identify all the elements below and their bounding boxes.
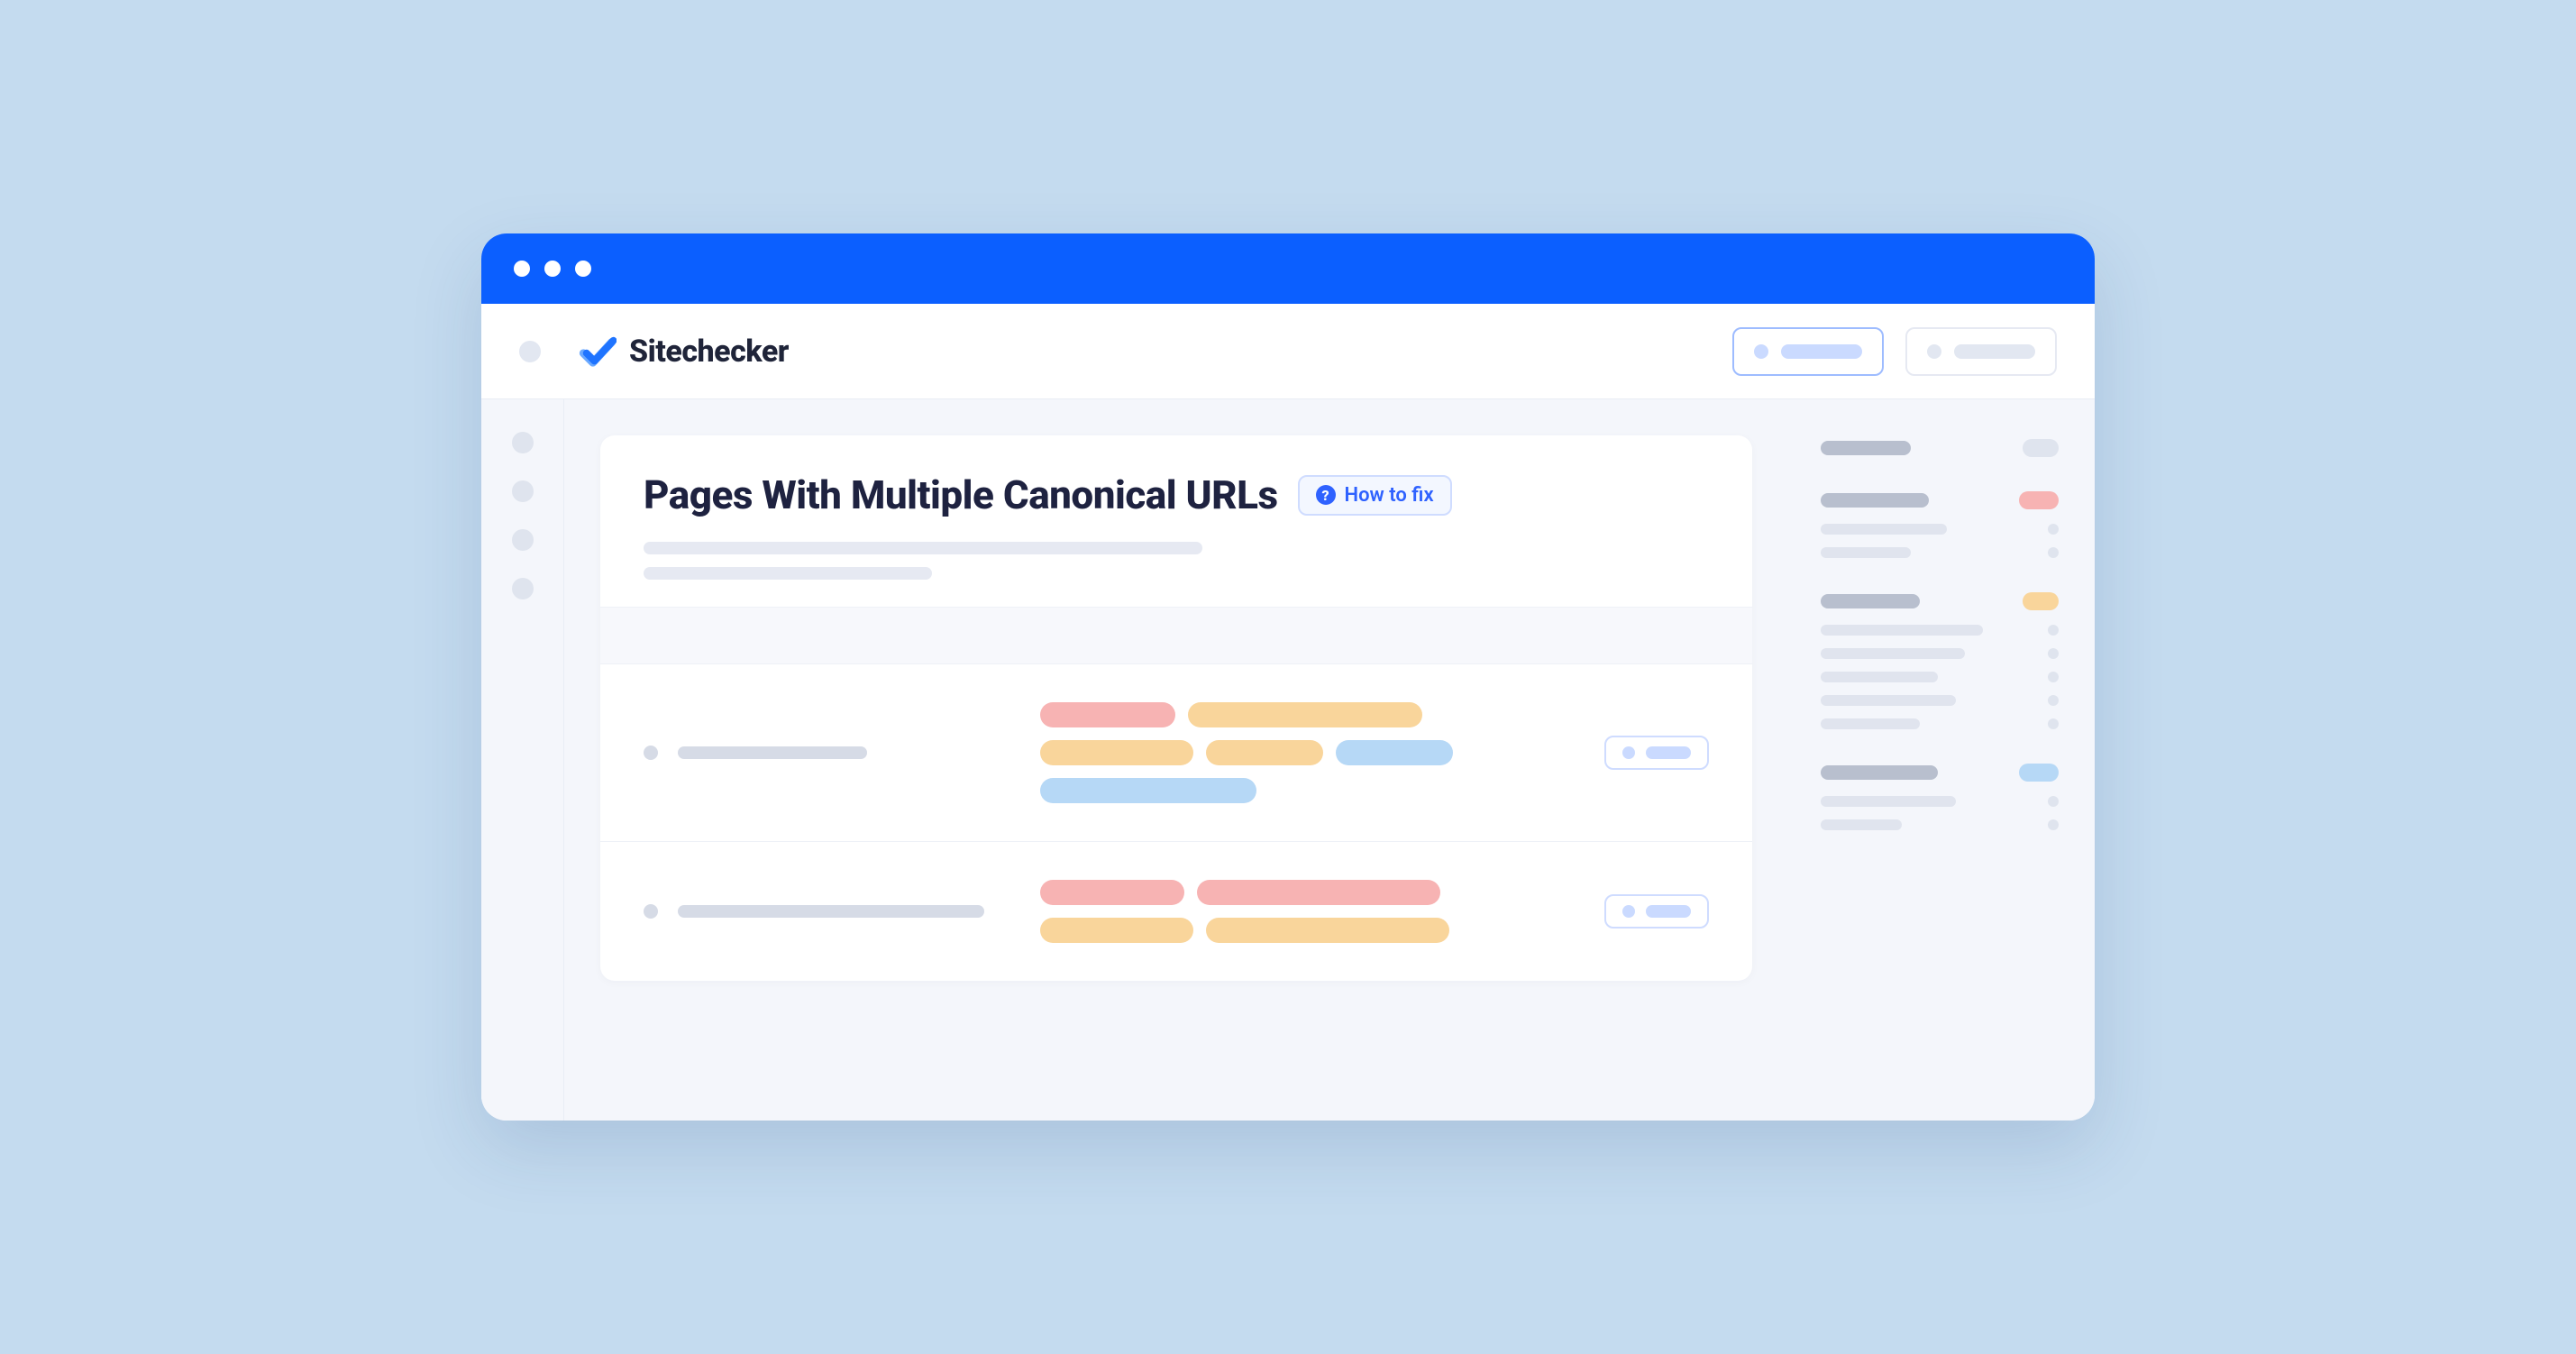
aside-item[interactable]: [1821, 625, 2059, 636]
how-to-fix-label: How to fix: [1345, 484, 1434, 507]
brand-name: Sitechecker: [629, 334, 789, 370]
aside-item-count: [2048, 695, 2059, 706]
aside-item-label: [1821, 672, 1938, 682]
aside-item[interactable]: [1821, 648, 2059, 659]
aside-item-label: [1821, 648, 1965, 659]
card-header: Pages With Multiple Canonical URLs ? How…: [600, 435, 1752, 607]
tag[interactable]: [1040, 702, 1175, 727]
app-header: Sitechecker: [481, 304, 2095, 399]
tag[interactable]: [1040, 918, 1193, 943]
aside-item-count: [2048, 625, 2059, 636]
aside-section: [1821, 592, 2059, 729]
aside-count-chip: [2019, 491, 2059, 509]
tag[interactable]: [1206, 740, 1323, 765]
row-url-placeholder[interactable]: [678, 905, 984, 918]
tag[interactable]: [1040, 740, 1193, 765]
aside-count-chip: [2023, 592, 2059, 610]
nav-rail-item[interactable]: [512, 432, 534, 453]
placeholder-label: [1646, 746, 1691, 759]
tag[interactable]: [1336, 740, 1453, 765]
card-toolbar: [600, 607, 1752, 664]
aside-item[interactable]: [1821, 718, 2059, 729]
app-window: Sitechecker Pages With Multiple Canon: [481, 233, 2095, 1121]
header-primary-button[interactable]: [1732, 327, 1884, 376]
aside-item-count: [2048, 672, 2059, 682]
aside-count-chip: [2019, 764, 2059, 782]
placeholder-label: [1781, 344, 1862, 359]
row-action-button[interactable]: [1604, 736, 1709, 770]
tag[interactable]: [1197, 880, 1440, 905]
aside-item-label: [1821, 547, 1911, 558]
aside-item-count: [2048, 524, 2059, 535]
nav-rail-item[interactable]: [512, 578, 534, 599]
aside-item-label: [1821, 695, 1956, 706]
aside-item[interactable]: [1821, 547, 2059, 558]
aside-item[interactable]: [1821, 819, 2059, 830]
how-to-fix-button[interactable]: ? How to fix: [1298, 475, 1452, 516]
help-icon: ?: [1316, 485, 1336, 505]
aside-heading-placeholder: [1821, 765, 1938, 780]
row-url-placeholder[interactable]: [678, 746, 867, 759]
brand[interactable]: Sitechecker: [579, 333, 789, 371]
window-control-dot[interactable]: [575, 261, 591, 277]
aside-item[interactable]: [1821, 524, 2059, 535]
aside-section: [1821, 491, 2059, 558]
aside-heading-placeholder: [1821, 441, 1911, 455]
row-status-icon: [644, 746, 658, 760]
aside-item-label: [1821, 524, 1947, 535]
main-column: Pages With Multiple Canonical URLs ? How…: [564, 399, 1788, 1121]
description-placeholder: [644, 542, 1709, 580]
aside-count-chip: [2023, 439, 2059, 457]
table-row: [600, 664, 1752, 842]
placeholder-icon: [1622, 746, 1635, 759]
tag[interactable]: [1206, 918, 1449, 943]
aside-item[interactable]: [1821, 796, 2059, 807]
aside-item[interactable]: [1821, 695, 2059, 706]
row-tags: [1040, 880, 1568, 943]
aside-heading-placeholder: [1821, 594, 1920, 608]
window-control-dot[interactable]: [544, 261, 561, 277]
placeholder-label: [1954, 344, 2035, 359]
aside-item[interactable]: [1821, 672, 2059, 682]
tag[interactable]: [1040, 880, 1184, 905]
aside-item-count: [2048, 648, 2059, 659]
aside-item-count: [2048, 718, 2059, 729]
nav-rail-item[interactable]: [512, 529, 534, 551]
aside-item-label: [1821, 625, 1983, 636]
aside-item-count: [2048, 796, 2059, 807]
nav-rail-item[interactable]: [512, 480, 534, 502]
sidebar-right: [1788, 399, 2095, 1121]
aside-item-label: [1821, 718, 1920, 729]
placeholder-line: [644, 542, 1202, 554]
table-row: [600, 842, 1752, 981]
aside-item-label: [1821, 819, 1902, 830]
tag[interactable]: [1188, 702, 1422, 727]
nav-rail: [481, 399, 564, 1121]
row-action-button[interactable]: [1604, 894, 1709, 929]
window-titlebar: [481, 233, 2095, 304]
aside-section: [1821, 764, 2059, 830]
page-title: Pages With Multiple Canonical URLs: [644, 471, 1278, 518]
row-tags: [1040, 702, 1568, 803]
issue-card: Pages With Multiple Canonical URLs ? How…: [600, 435, 1752, 981]
placeholder-icon: [1927, 344, 1941, 359]
app-body: Pages With Multiple Canonical URLs ? How…: [481, 399, 2095, 1121]
menu-toggle-icon[interactable]: [519, 341, 541, 362]
window-control-dot[interactable]: [514, 261, 530, 277]
placeholder-label: [1646, 905, 1691, 918]
placeholder-icon: [1622, 905, 1635, 918]
row-status-icon: [644, 904, 658, 919]
header-secondary-button[interactable]: [1905, 327, 2057, 376]
aside-item-count: [2048, 547, 2059, 558]
aside-item-label: [1821, 796, 1956, 807]
sitechecker-logo-icon: [579, 333, 617, 371]
aside-section: [1821, 439, 2059, 457]
placeholder-line: [644, 567, 932, 580]
aside-heading-placeholder: [1821, 493, 1929, 508]
tag[interactable]: [1040, 778, 1256, 803]
placeholder-icon: [1754, 344, 1768, 359]
aside-item-count: [2048, 819, 2059, 830]
